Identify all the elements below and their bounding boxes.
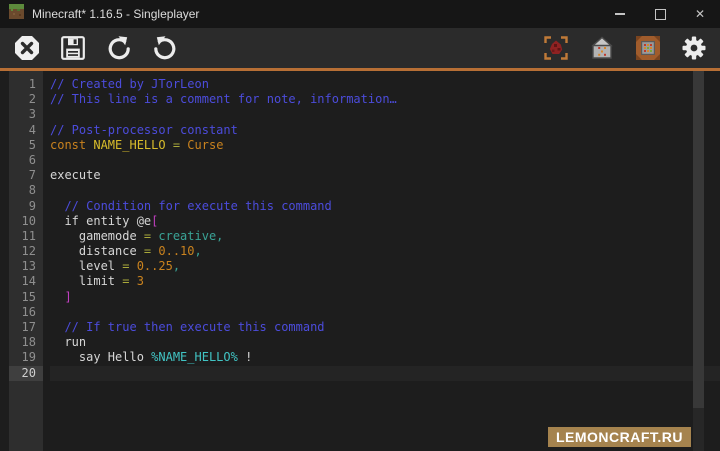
line-number: 4 <box>9 123 43 138</box>
code-line[interactable]: gamemode = creative, <box>50 229 720 244</box>
line-number: 15 <box>9 290 43 305</box>
code-line[interactable]: // Post-processor constant <box>50 123 720 138</box>
vertical-scrollbar[interactable] <box>693 71 704 451</box>
redstone-tool-button[interactable] <box>542 35 569 62</box>
line-number: 12 <box>9 244 43 259</box>
code-line[interactable]: run <box>50 335 720 350</box>
structure-button[interactable] <box>588 35 615 62</box>
line-number: 18 <box>9 335 43 350</box>
titlebar: Minecraft* 1.16.5 - Singleplayer ✕ <box>0 0 720 28</box>
toolbar-left-group <box>13 35 178 62</box>
line-number: 11 <box>9 229 43 244</box>
code-line[interactable]: execute <box>50 168 720 183</box>
code-line[interactable]: level = 0..25, <box>50 259 720 274</box>
watermark-banner: LEMONCRAFT.RU <box>548 427 691 447</box>
undo-arrow-icon <box>106 35 132 61</box>
command-block-button[interactable] <box>634 35 661 62</box>
code-line[interactable]: // If true then execute this command <box>50 320 720 335</box>
titlebar-left: Minecraft* 1.16.5 - Singleplayer <box>0 4 600 24</box>
line-number: 9 <box>9 199 43 214</box>
code-line[interactable] <box>50 183 720 198</box>
octagon-x-icon <box>14 35 40 61</box>
grass-block-icon <box>9 4 24 24</box>
undo-button[interactable] <box>105 35 132 62</box>
code-line[interactable]: // This line is a comment for note, info… <box>50 92 720 107</box>
code-area[interactable]: // Created by JTorLeon// This line is a … <box>43 71 720 451</box>
line-number: 14 <box>9 274 43 289</box>
close-icon: ✕ <box>695 8 705 20</box>
house-icon <box>589 35 615 61</box>
redo-button[interactable] <box>151 35 178 62</box>
line-number: 10 <box>9 214 43 229</box>
code-line[interactable]: const NAME_HELLO = Curse <box>50 138 720 153</box>
close-file-button[interactable] <box>13 35 40 62</box>
line-number: 19 <box>9 350 43 365</box>
toolbar-right-group <box>542 35 707 62</box>
window-controls: ✕ <box>600 0 720 28</box>
code-line[interactable]: say Hello %NAME_HELLO% ! <box>50 350 720 365</box>
line-number: 3 <box>9 107 43 122</box>
settings-button[interactable] <box>680 35 707 62</box>
redstone-dust-select-icon <box>543 35 569 61</box>
line-number: 5 <box>9 138 43 153</box>
line-number: 1 <box>9 77 43 92</box>
code-line[interactable]: if entity @e[ <box>50 214 720 229</box>
line-number: 2 <box>9 92 43 107</box>
code-line[interactable] <box>50 366 720 381</box>
code-line[interactable] <box>50 153 720 168</box>
code-line[interactable] <box>50 305 720 320</box>
code-line[interactable]: distance = 0..10, <box>50 244 720 259</box>
toolbar <box>0 28 720 71</box>
code-editor: 1234567891011121314151617181920 // Creat… <box>0 71 720 451</box>
gear-icon <box>681 35 707 61</box>
command-block-icon <box>635 35 661 61</box>
line-number: 8 <box>9 183 43 198</box>
app-window: Minecraft* 1.16.5 - Singleplayer ✕ <box>0 0 720 451</box>
line-number-gutter: 1234567891011121314151617181920 <box>9 71 43 451</box>
line-number: 6 <box>9 153 43 168</box>
redo-arrow-icon <box>152 35 178 61</box>
floppy-disk-icon <box>60 35 86 61</box>
save-button[interactable] <box>59 35 86 62</box>
code-line[interactable]: // Created by JTorLeon <box>50 77 720 92</box>
line-number: 20 <box>9 366 43 381</box>
line-number: 16 <box>9 305 43 320</box>
code-line[interactable]: ] <box>50 290 720 305</box>
line-number: 13 <box>9 259 43 274</box>
line-number: 17 <box>9 320 43 335</box>
code-line[interactable]: // Condition for execute this command <box>50 199 720 214</box>
maximize-icon <box>655 9 666 20</box>
maximize-button[interactable] <box>640 0 680 28</box>
code-line[interactable] <box>50 107 720 122</box>
close-button[interactable]: ✕ <box>680 0 720 28</box>
code-line[interactable]: limit = 3 <box>50 274 720 289</box>
scrollbar-thumb[interactable] <box>693 71 704 408</box>
minimize-icon <box>615 13 625 15</box>
window-title: Minecraft* 1.16.5 - Singleplayer <box>32 7 199 21</box>
minimize-button[interactable] <box>600 0 640 28</box>
line-number: 7 <box>9 168 43 183</box>
